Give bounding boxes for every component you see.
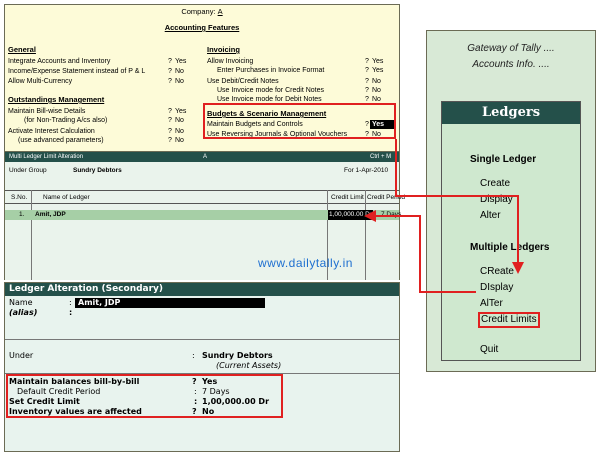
arrow-menu-to-credit-limit: [364, 210, 476, 293]
annotation-arrows: [364, 139, 524, 293]
arrow-budgets-to-menu: [395, 139, 524, 274]
